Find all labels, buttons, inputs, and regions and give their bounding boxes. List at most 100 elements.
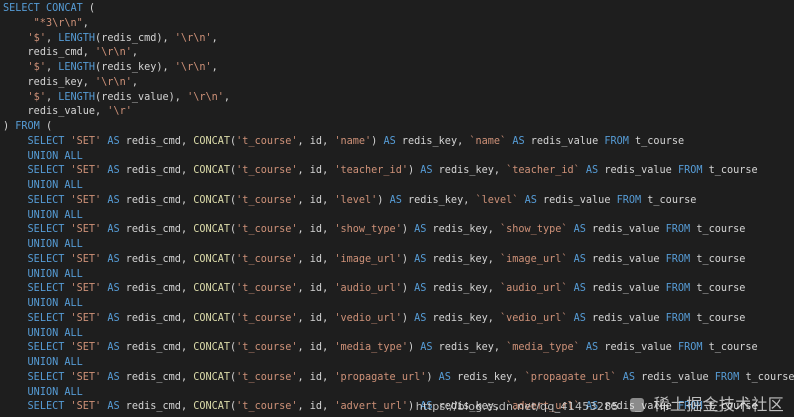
code-token: redis_cmd [125,401,181,413]
code-token: redis_value [542,194,611,206]
code-token: `level` [475,194,519,206]
code-line[interactable]: UNION ALL [3,179,794,194]
code-token: , [297,224,310,236]
code-token: AS [107,401,120,413]
code-token: AS [585,401,599,413]
code-line[interactable]: '$', LENGTH(redis_cmd), '\r\n', [3,32,794,47]
code-token: redis_value [604,342,672,354]
code-token: , [211,32,218,44]
code-token: CONCAT [193,283,231,295]
code-token: CONCAT [193,224,231,236]
code-token: redis_key [101,62,157,73]
code-token: 'media_type' [334,342,408,354]
code-token: '$' [27,91,46,103]
code-token: redis_key [438,165,494,177]
code-token: redis_cmd [101,32,157,44]
code-token: 'SET' [70,224,102,236]
code-line[interactable]: SELECT 'SET' AS redis_cmd, CONCAT('t_cou… [3,312,794,327]
code-token: redis_cmd [125,135,181,147]
code-token: CONCAT [45,3,83,14]
code-line[interactable]: ) FROM ( [3,120,794,135]
code-token: t_course [708,165,758,177]
code-line[interactable]: UNION ALL [3,150,794,165]
code-token: AS [420,165,433,177]
code-token: FROM [677,342,703,354]
code-line[interactable]: UNION ALL [3,238,794,253]
code-line[interactable]: SELECT 'SET' AS redis_cmd, CONCAT('t_cou… [3,253,794,268]
code-token: 'propagate_url' [334,371,427,383]
code-token: `image_url` [500,253,568,265]
code-token: 'level' [334,194,378,206]
code-token: AS [107,312,120,324]
code-token: , [223,91,231,103]
code-token: ( [82,3,96,14]
code-line[interactable]: UNION ALL [3,327,794,342]
code-line[interactable]: UNION ALL [3,386,794,401]
code-token: AS [622,371,635,383]
code-line[interactable]: SELECT 'SET' AS redis_cmd, CONCAT('t_cou… [3,400,794,415]
code-token: , [493,165,507,177]
code-token: FROM [665,224,691,236]
code-token: , [322,135,335,147]
code-line[interactable]: redis_value, '\r' [3,105,794,120]
code-line[interactable]: SELECT 'SET' AS redis_cmd, CONCAT('t_cou… [3,282,794,297]
code-line[interactable]: UNION ALL [3,297,794,312]
code-line[interactable]: UNION ALL [3,209,794,224]
code-token: FROM [665,312,691,324]
code-token: AS [414,224,427,236]
code-token: , [493,401,507,413]
code-token: redis_key [432,224,488,236]
code-token: t_course [745,371,794,383]
code-line[interactable]: SELECT 'SET' AS redis_cmd, CONCAT('t_cou… [3,223,794,238]
code-token: , [487,283,501,295]
code-token: redis_value [530,135,599,147]
code-token: id [309,194,323,206]
code-token: '\r\n' [95,76,132,88]
code-token: UNION ALL [27,268,83,280]
code-line[interactable]: SELECT 'SET' AS redis_cmd, CONCAT('t_cou… [3,371,794,386]
code-token: redis_value [641,371,709,383]
code-line[interactable]: redis_cmd, '\r\n', [3,46,794,61]
code-line[interactable]: '$', LENGTH(redis_key), '\r\n', [3,61,794,76]
code-token: AS [573,312,586,324]
code-token: , [297,135,310,147]
code-editor[interactable]: SELECT CONCAT ( "*3\r\n", '$', LENGTH(re… [0,0,794,417]
code-token: "*3\r\n" [33,17,83,29]
code-token: `audio_url` [500,283,568,295]
code-token: CONCAT [193,135,231,147]
code-line[interactable]: SELECT CONCAT ( [3,2,794,17]
code-token: AS [573,253,586,265]
code-line[interactable]: UNION ALL [3,356,794,371]
code-token: SELECT [27,342,65,354]
code-token: AS [107,371,120,383]
code-token: ) [3,121,16,132]
code-token: redis_cmd [125,342,181,354]
code-token: redis_key [432,253,488,265]
code-token: ) [401,224,415,236]
code-line[interactable]: SELECT 'SET' AS redis_cmd, CONCAT('t_cou… [3,135,794,150]
code-token: t_course [696,283,746,295]
code-token: UNION ALL [27,357,83,368]
code-line[interactable]: SELECT 'SET' AS redis_cmd, CONCAT('t_cou… [3,164,794,179]
code-token: , [322,283,335,295]
code-token: '\r\n' [174,62,212,73]
code-token: id [309,253,323,265]
code-token: SELECT [27,401,65,413]
code-line[interactable]: UNION ALL [3,268,794,283]
code-token: CONCAT [193,342,231,354]
code-token: 't_course' [236,371,298,383]
code-line[interactable]: redis_key, '\r\n', [3,76,794,91]
code-line[interactable]: SELECT 'SET' AS redis_cmd, CONCAT('t_cou… [3,341,794,356]
code-token: LENGTH [58,91,96,103]
code-token: 't_course' [236,194,298,206]
code-line[interactable]: SELECT 'SET' AS redis_cmd, CONCAT('t_cou… [3,194,794,209]
code-token: 't_course' [236,283,298,295]
code-line[interactable]: '$', LENGTH(redis_value), '\r\n', [3,91,794,106]
code-token: , [82,76,96,88]
code-token: , [180,194,194,206]
code-line[interactable]: "*3\r\n", [3,17,794,32]
code-token: AS [383,135,396,147]
code-token: redis_key [438,342,494,354]
